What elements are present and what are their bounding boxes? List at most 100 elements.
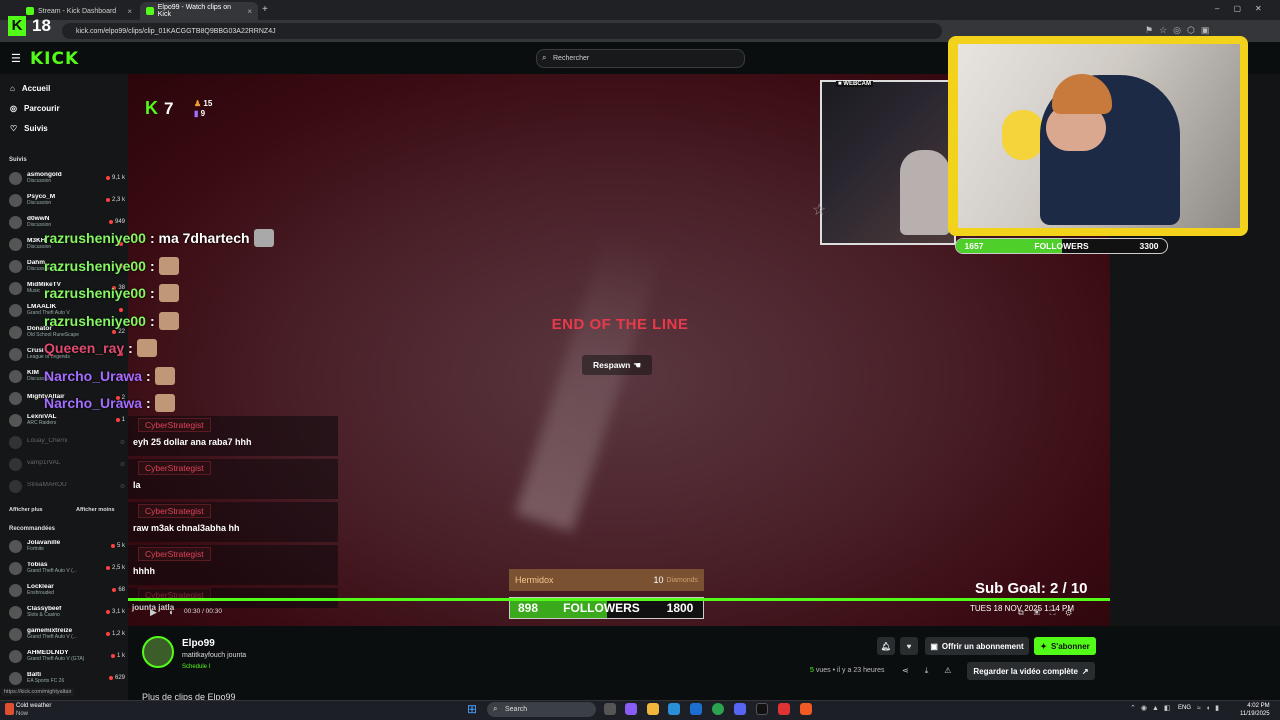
sidebar-channel-asmongold[interactable]: asmongold Discussion 9,1 k [9,168,125,188]
channel-category: Old School RuneScape [27,332,79,339]
app-icon[interactable] [625,703,637,715]
sidebar-channel-vamp1rval[interactable]: vamp1rVAL ⊘ [9,454,125,474]
watch-full-video-button[interactable]: Regarder la vidéo complète ↗ [967,662,1095,680]
sidebar-item-parcourir[interactable]: ◎ Parcourir [10,104,60,113]
chat-overlay-line: razrusheniye00: [44,256,179,275]
respawn-button[interactable]: Respawn ☚ [582,355,652,375]
emote-icon [136,339,157,357]
player-controls-right[interactable]: ⧉▣⛶⚙ [1018,608,1082,618]
close-tab-icon[interactable]: × [127,7,132,16]
weather-widget[interactable]: Cold weather Now [16,702,51,718]
subscribe-button[interactable]: ✦ S'abonner [1034,637,1096,655]
avatar [9,347,22,361]
search-icon: ⌕ [493,704,498,713]
show-less-button[interactable]: Afficher moins [76,507,115,513]
sidebar-channel-locklear[interactable]: Locklear Enshrouded 68 [9,580,125,600]
emote-icon [154,366,175,385]
offline-icon: ⊘ [119,483,125,490]
live-dot-icon [105,198,110,202]
channel-category: Enshrouded [27,590,54,597]
system-tray-icons[interactable]: ⌃◉▲◧ [1130,704,1176,712]
chat-username: Narcho_Urawa [44,367,143,384]
gift-sub-button[interactable]: ▣ Offrir un abonnement [925,637,1029,655]
avatar [9,649,22,663]
avatar [9,193,22,207]
new-tab-icon[interactable]: + [262,4,268,15]
avatar [9,237,22,251]
sidebar-item-suivis[interactable]: ♡ Suivis [10,124,48,133]
live-dot-icon [115,418,120,422]
url-field[interactable]: kick.com/elpo99/clips/clip_01KACGGTB8Q9B… [62,23,942,39]
close-tab-icon[interactable]: × [247,7,252,16]
tab-elpo99-clip[interactable]: Elpo99 - Watch clips on Kick × [140,2,258,20]
chat-username: razrusheniye00 [44,230,146,246]
hand-cursor-icon: ☚ [633,359,641,370]
kick-logo[interactable]: KICK [30,49,79,69]
sidebar-channel-jolavanille[interactable]: Jolavanille Fortnite 5 k [9,536,125,556]
file-explorer-icon[interactable] [647,703,659,715]
heart-icon: ♡ [10,124,18,133]
avatar [9,171,22,185]
sidebar-channel-psyco_m[interactable]: Psyco_M Discussion 2,3 k [9,190,125,210]
windows-start-icon[interactable]: ⊞ [467,702,477,716]
viewer-stat: ♟ 15 [194,99,213,108]
sidebar-channel-gamemixtreize[interactable]: gamemixtreize Grand Theft Auto V (... 1,2 … [9,624,125,644]
viewer-count: 3,1 k [111,609,125,615]
sidebar-channel-tobias[interactable]: Tobias Grand Theft Auto V (... 2,5 k [9,558,125,578]
viewer-count: 9,1 k [111,175,125,181]
channel-category: Discussion [27,178,52,185]
live-dot-icon [108,220,113,224]
discord-icon[interactable] [734,703,746,715]
windows-taskbar [0,700,1280,720]
show-more-button[interactable]: Afficher plus [9,507,43,513]
sidebar-channel-balti[interactable]: Balti EA Sports FC 26 629 [9,668,125,688]
store-icon[interactable] [690,703,702,715]
brave-icon[interactable] [800,703,812,715]
chat-overlay-line: razrusheniye00: ma 7dhartech [44,229,274,247]
search-input[interactable]: ⌕ Rechercher [536,49,745,68]
channel-name: vamp1rVAL [27,460,61,467]
channel-name: Louay_Cherni [27,438,68,445]
language-indicator[interactable]: ENG [1178,705,1191,711]
volume-icon[interactable]: ◖ [168,607,173,617]
sidebar-channel-lexnival[interactable]: LexniVAL ARC Raiders 1 [9,410,125,430]
follow-heart-button[interactable]: ♥ [900,637,918,655]
taskbar-clock[interactable]: 4:02 PM 11/19/2025 [1240,702,1270,718]
clip-category[interactable]: Schedule I [182,664,210,670]
terminal-icon[interactable] [756,703,768,715]
video-time: 00:30 / 00:30 [184,608,222,615]
taskbar-search[interactable]: ⌕ Search [487,702,596,717]
share-download-report-icons[interactable]: ⋖⤓⚠ [902,666,967,676]
play-icon[interactable]: ▶ [150,607,157,618]
chat-overlay-line: razrusheniye00: [44,284,179,302]
sidebar-channel-louay_cherni[interactable]: Louay_Cherni ⊘ [9,432,125,452]
live-dot-icon [108,676,113,680]
app-icon[interactable] [778,703,790,715]
chat-overlay-line: razrusheniye00: [44,311,179,330]
task-view-icon[interactable] [604,703,616,715]
edge-icon[interactable] [668,703,680,715]
video-progress-bar[interactable] [128,598,1110,601]
sidebar-channel-streamarou[interactable]: StreaMAROU ⊘ [9,476,125,496]
menu-icon[interactable]: ☰ [11,52,21,65]
channel-avatar[interactable] [142,636,174,668]
pikachu-plush-figure [1002,110,1044,160]
notification-bell-button[interactable]: 🔔︎ [877,637,895,655]
chat-username: razrusheniye00 [44,312,146,329]
avatar [9,413,22,427]
network-volume-battery-icons[interactable]: ≈◖▮ [1197,704,1224,712]
avatar [9,605,22,619]
sidebar-item-accueil[interactable]: ⌂ Accueil [10,84,50,93]
chat-username: Narcho_Urawa [44,395,143,411]
channel-name[interactable]: Elpo99 [182,638,215,649]
chat-message: : [146,395,151,411]
sidebar-channel-ahmedlndy[interactable]: AHMEDLNDY Grand Theft Auto V (GTA) 1 k [9,646,125,666]
viewer-count: 2,5 k [111,565,125,571]
chat-message: : [149,285,155,301]
sidebar-channel-classybeef[interactable]: Classybeef Slots & Casino 3,1 k [9,602,125,622]
search-icon: ⌕ [542,53,547,62]
browser-extension-icons[interactable]: ⚑☆◎⬡▣ [1145,25,1215,36]
window-controls[interactable]: –▢✕ [1215,4,1276,13]
weather-icon [5,703,14,715]
chrome-icon[interactable] [712,703,724,715]
